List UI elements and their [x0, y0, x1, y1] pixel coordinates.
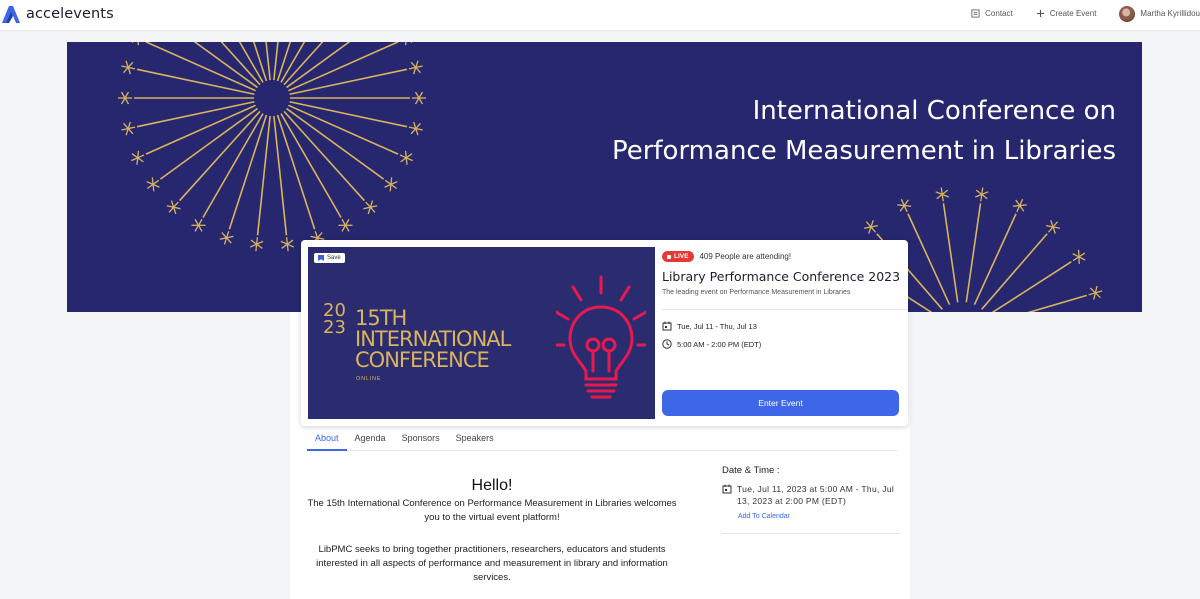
- about-paragraph: LibPMC seeks to bring together practitio…: [316, 544, 668, 583]
- datetime-heading: Date & Time :: [722, 465, 780, 476]
- event-name: Library Performance Conference 2023: [662, 269, 901, 284]
- create-event-label: Create Event: [1049, 9, 1097, 18]
- event-time: 5:00 AM - 2:00 PM (EDT): [677, 339, 762, 349]
- event-card: Save 20 23 15TH INTERNATIONAL CONFERENCE…: [301, 240, 908, 426]
- user-name: Martha Kyrillidou: [1140, 9, 1200, 18]
- banner-title-line2: Performance Measurement in Libraries: [611, 136, 1116, 166]
- user-menu[interactable]: Martha Kyrillidou: [1119, 5, 1200, 22]
- live-dot-icon: [667, 254, 671, 259]
- datetime-range: Tue, Jul 11, 2023 at 5:00 AM - Thu, Jul …: [737, 484, 895, 506]
- live-label: LIVE: [674, 253, 689, 260]
- save-label: Save: [327, 255, 341, 261]
- datetime-row: Tue, Jul 11, 2023 at 5:00 AM - Thu, Jul …: [722, 483, 907, 507]
- save-button[interactable]: Save: [314, 253, 345, 263]
- enter-event-button[interactable]: Enter Event: [662, 390, 899, 416]
- top-navbar: accelevents Contact Create Event Martha …: [0, 0, 1200, 31]
- event-tagline: The leading event on Performance Measure…: [662, 289, 851, 296]
- lightbulb-icon: [556, 275, 646, 399]
- calendar-icon: [662, 321, 672, 331]
- event-time-row: 5:00 AM - 2:00 PM (EDT): [662, 339, 761, 349]
- avatar: [1119, 5, 1136, 22]
- live-badge: LIVE: [662, 251, 695, 262]
- add-to-calendar-link[interactable]: Add To Calendar: [738, 513, 790, 520]
- contact-link[interactable]: Contact: [971, 9, 1013, 18]
- poster-title: 15TH INTERNATIONAL CONFERENCE: [355, 308, 511, 372]
- plus-icon: [1036, 9, 1044, 18]
- clock-icon: [662, 339, 672, 349]
- tab-speakers[interactable]: Speakers: [448, 431, 502, 451]
- banner-title-line1: International Conference on: [752, 96, 1116, 126]
- event-tabs: About Agenda Sponsors Speakers: [307, 431, 897, 451]
- tab-about[interactable]: About: [307, 431, 347, 451]
- divider: [722, 533, 900, 534]
- tab-sponsors[interactable]: Sponsors: [394, 431, 448, 451]
- contact-label: Contact: [985, 9, 1013, 18]
- accelevents-logo-icon: [2, 6, 20, 23]
- divider: [662, 309, 908, 310]
- attending-count: 409 People are attending!: [699, 252, 792, 261]
- poster-year: 20 23: [323, 302, 346, 338]
- app-name: accelevents: [26, 6, 114, 22]
- calendar-icon: [722, 484, 732, 494]
- event-dates-row: Tue, Jul 11 - Thu, Jul 13: [662, 321, 757, 331]
- bookmark-icon: [318, 255, 324, 261]
- poster-title-line3: CONFERENCE: [355, 348, 490, 372]
- about-welcome-text: The 15th International Conference on Per…: [307, 498, 677, 523]
- event-poster: Save 20 23 15TH INTERNATIONAL CONFERENCE…: [308, 247, 655, 419]
- tab-agenda[interactable]: Agenda: [347, 431, 394, 451]
- about-heading: Hello!: [471, 477, 513, 494]
- poster-subtitle: ONLINE: [356, 376, 382, 382]
- app-logo[interactable]: accelevents: [0, 3, 114, 25]
- poster-year-bottom: 23: [323, 317, 346, 338]
- create-event-link[interactable]: Create Event: [1036, 9, 1097, 18]
- contact-icon: [971, 9, 980, 18]
- event-dates: Tue, Jul 11 - Thu, Jul 13: [677, 321, 757, 331]
- event-info: LIVE 409 People are attending! Library P…: [662, 247, 908, 416]
- banner-title: International Conference on Performance …: [612, 91, 1116, 171]
